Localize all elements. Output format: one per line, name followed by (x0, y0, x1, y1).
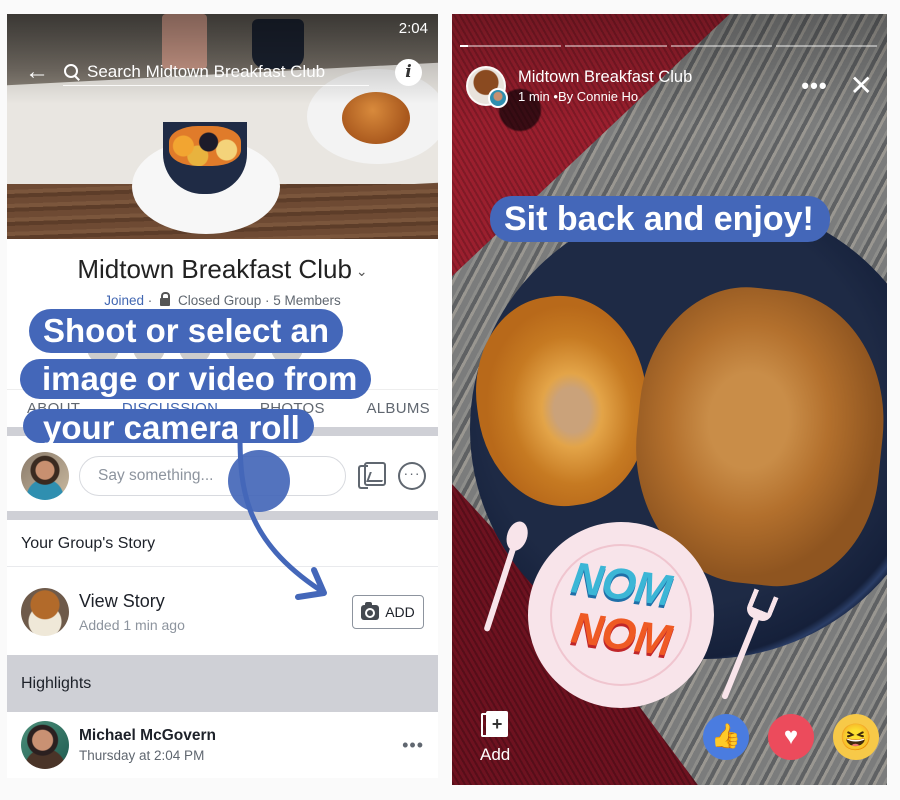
love-reaction-icon[interactable]: ♥ (768, 714, 814, 760)
tab-albums[interactable]: ALBUMS (366, 400, 430, 417)
story-added-time: Added 1 min ago (79, 617, 185, 633)
story-caption: Sit back and enjoy! (490, 196, 830, 242)
post-timestamp[interactable]: Thursday at 2:04 PM (79, 748, 216, 763)
progress-segment (670, 45, 772, 47)
cover-photo-detail (169, 126, 241, 166)
story-byline: 1 min •By Connie Ho (518, 89, 639, 104)
story-progress-bar (460, 45, 877, 47)
post-info: Michael McGovern Thursday at 2:04 PM (79, 727, 216, 763)
highlights-header: Highlights (7, 655, 438, 712)
search-bar: ← Search Midtown Breakfast Club i (25, 58, 422, 86)
say-something-placeholder: Say something... (98, 467, 214, 484)
view-story-link[interactable]: View Story (79, 591, 185, 612)
member-count[interactable]: 5 Members (273, 293, 341, 308)
separator: · (261, 293, 274, 308)
story-text: View Story Added 1 min ago (79, 591, 185, 633)
story-viewer[interactable]: Midtown Breakfast Club 1 min •By Connie … (452, 14, 887, 785)
curved-arrow-icon (237, 432, 327, 600)
add-media-icon: + (481, 711, 509, 739)
photo-gallery-icon[interactable] (358, 462, 387, 490)
author-avatar[interactable] (21, 721, 69, 769)
add-to-story-action[interactable]: + Add (480, 711, 510, 765)
progress-segment (775, 45, 877, 47)
progress-fill (460, 45, 469, 47)
story-header: Midtown Breakfast Club 1 min •By Connie … (466, 64, 873, 108)
search-placeholder: Search Midtown Breakfast Club (87, 61, 326, 81)
chevron-down-icon: ⌄ (355, 262, 368, 279)
lock-icon (159, 292, 170, 306)
story-thumbnail[interactable] (21, 588, 69, 636)
story-more-icon[interactable]: ••• (801, 73, 827, 99)
add-to-story-button[interactable]: ADD (352, 595, 424, 629)
post-author[interactable]: Michael McGovern (79, 727, 216, 745)
user-avatar[interactable] (21, 452, 69, 500)
info-icon[interactable]: i (395, 58, 422, 86)
joined-status[interactable]: Joined (104, 293, 144, 308)
story-group-avatar[interactable] (466, 66, 508, 108)
group-title-text: Midtown Breakfast Club (77, 254, 352, 284)
close-icon[interactable]: ✕ (850, 72, 873, 100)
separator: · (143, 293, 156, 308)
search-icon (63, 63, 81, 81)
group-title[interactable]: Midtown Breakfast Club ⌄ (7, 254, 438, 285)
privacy-label: Closed Group (177, 293, 262, 308)
callout-line-2: image or video from (20, 359, 372, 399)
post-header: Michael McGovern Thursday at 2:04 PM ••• (7, 712, 438, 778)
story-meta: Midtown Breakfast Club 1 min •By Connie … (518, 68, 692, 104)
search-input[interactable]: Search Midtown Breakfast Club (63, 58, 369, 86)
like-reaction-icon[interactable]: 👍 (703, 714, 749, 760)
story-group-name[interactable]: Midtown Breakfast Club (518, 68, 692, 87)
more-options-icon[interactable]: ··· (398, 462, 426, 490)
progress-segment (565, 45, 667, 47)
status-bar-time: 2:04 (398, 20, 428, 37)
add-label: Add (480, 745, 511, 764)
haha-reaction-icon[interactable]: 😆 (833, 714, 879, 760)
progress-segment (460, 45, 562, 47)
nom-nom-sticker: NOM NOM (528, 522, 714, 708)
add-button-label: ADD (385, 604, 415, 620)
reactions-bar: 👍 ♥ 😆 (703, 714, 879, 760)
post-more-icon[interactable]: ••• (402, 735, 424, 756)
story-author-avatar (488, 88, 508, 108)
callout-line-1: Shoot or select an (29, 309, 344, 353)
camera-icon (361, 601, 380, 620)
group-cover-photo[interactable] (7, 14, 438, 239)
group-meta: Joined · Closed Group · 5 Members (7, 292, 438, 308)
back-arrow-icon[interactable]: ← (25, 60, 49, 84)
